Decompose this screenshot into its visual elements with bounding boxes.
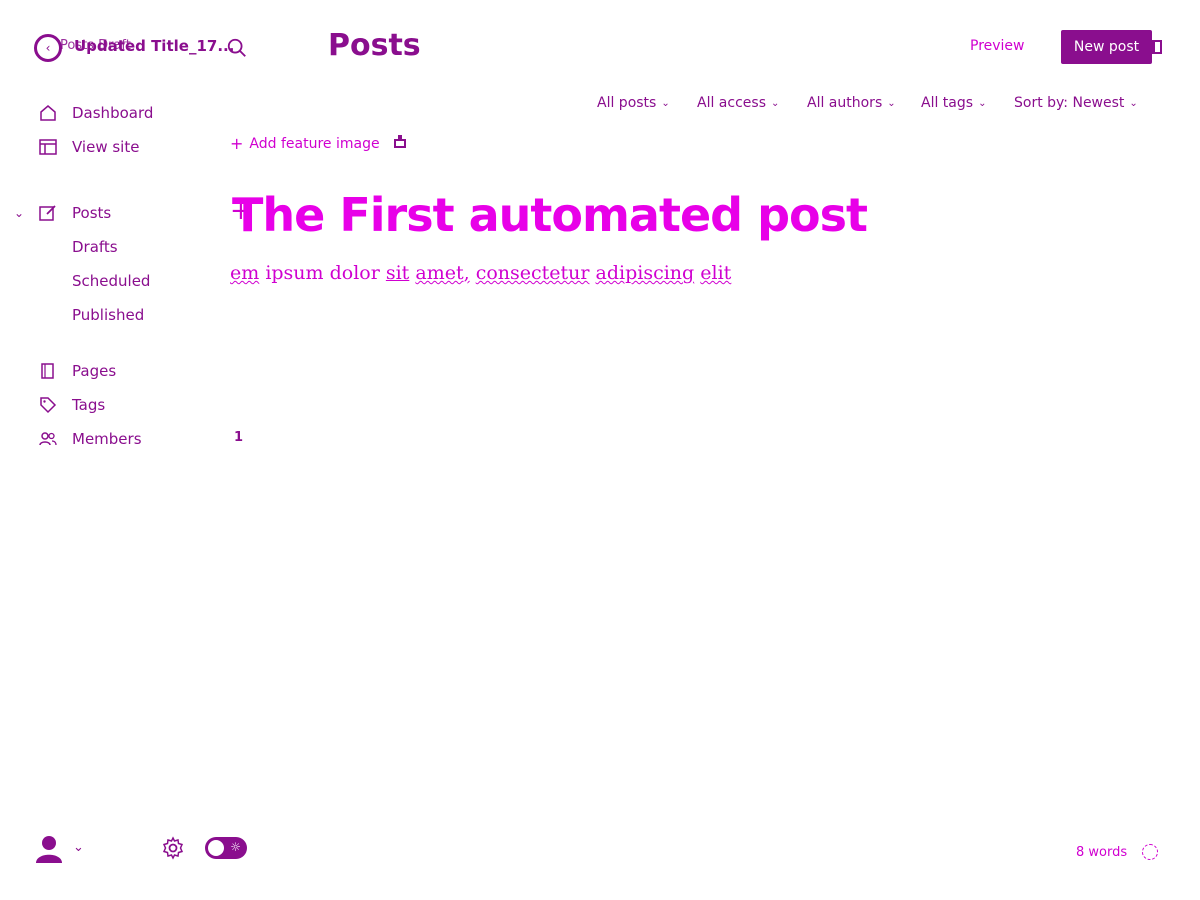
chevron-down-icon: ⌄ [661, 97, 670, 109]
plus-icon: + [230, 134, 244, 153]
sidebar-item-published[interactable]: Published [72, 306, 144, 324]
filter-all-posts[interactable]: All posts ⌄ [597, 95, 697, 111]
sidebar-item-drafts[interactable]: Drafts [72, 238, 118, 256]
preview-button[interactable]: Preview [970, 38, 1025, 54]
chevron-down-icon[interactable]: ⌄ [14, 206, 24, 220]
post-title-input[interactable]: The First automated post [232, 188, 868, 242]
sort-dropdown[interactable]: Sort by: Newest ⌄ [1014, 95, 1138, 111]
sidebar-panel-icon[interactable] [1150, 40, 1162, 54]
sidebar-item-members[interactable]: Members [38, 429, 142, 449]
sidebar-item-posts[interactable]: Posts [38, 203, 111, 223]
gear-icon[interactable] [161, 836, 185, 860]
avatar[interactable] [35, 834, 63, 864]
chevron-down-icon: ⌄ [978, 97, 987, 109]
page-title: Posts [328, 28, 421, 63]
body-word: consectetur [475, 262, 590, 284]
tag-icon [40, 397, 57, 414]
layout-icon [39, 139, 57, 155]
body-word: sit [385, 262, 410, 284]
body-word: adipiscing [595, 262, 695, 284]
users-icon [39, 432, 57, 446]
chevron-down-icon: ⌄ [887, 97, 896, 109]
chevron-down-icon: ⌄ [770, 97, 780, 109]
chevron-down-icon: ⌄ [1129, 97, 1138, 109]
page-icon [41, 363, 54, 379]
add-feature-image-button[interactable]: + Add feature image [230, 134, 380, 153]
count-label: 1 [234, 430, 244, 445]
post-body-editor[interactable]: em ipsum dolor sit amet, consectetur adi… [230, 262, 731, 284]
sun-icon: ☼ [230, 840, 241, 854]
image-icon[interactable] [393, 134, 407, 148]
progress-ring-icon [1142, 844, 1158, 860]
home-icon [40, 105, 56, 121]
body-word: em [230, 262, 260, 284]
back-button[interactable]: ‹ [34, 34, 62, 62]
word-count: 8 words [1076, 845, 1128, 860]
body-word: ipsum [265, 262, 324, 284]
sidebar-item-dashboard[interactable]: Dashboard [38, 103, 153, 123]
body-word: dolor [329, 262, 380, 284]
filter-bar: All posts ⌄ All access ⌄ All authors ⌄ All … [597, 95, 1138, 111]
post-title-breadcrumb: Updated Title_17... [74, 37, 235, 55]
sidebar-item-view-site[interactable]: View site [38, 137, 139, 157]
toggle-knob [208, 840, 224, 856]
body-word: elit [700, 262, 732, 284]
theme-toggle[interactable]: ☼ [205, 837, 247, 859]
new-post-button[interactable]: New post [1061, 30, 1152, 64]
search-icon[interactable] [226, 37, 248, 59]
filter-all-tags[interactable]: All tags ⌄ [921, 95, 1014, 111]
sidebar-item-pages[interactable]: Pages [38, 361, 116, 381]
chevron-left-icon: ‹ [45, 41, 51, 55]
sidebar-item-tags[interactable]: Tags [38, 395, 105, 415]
sidebar-item-scheduled[interactable]: Scheduled [72, 272, 150, 290]
body-word: amet, [415, 262, 470, 284]
chevron-down-icon[interactable]: ⌄ [73, 840, 84, 855]
edit-icon [39, 205, 56, 221]
filter-all-access[interactable]: All access ⌄ [697, 95, 807, 111]
filter-all-authors[interactable]: All authors ⌄ [807, 95, 921, 111]
